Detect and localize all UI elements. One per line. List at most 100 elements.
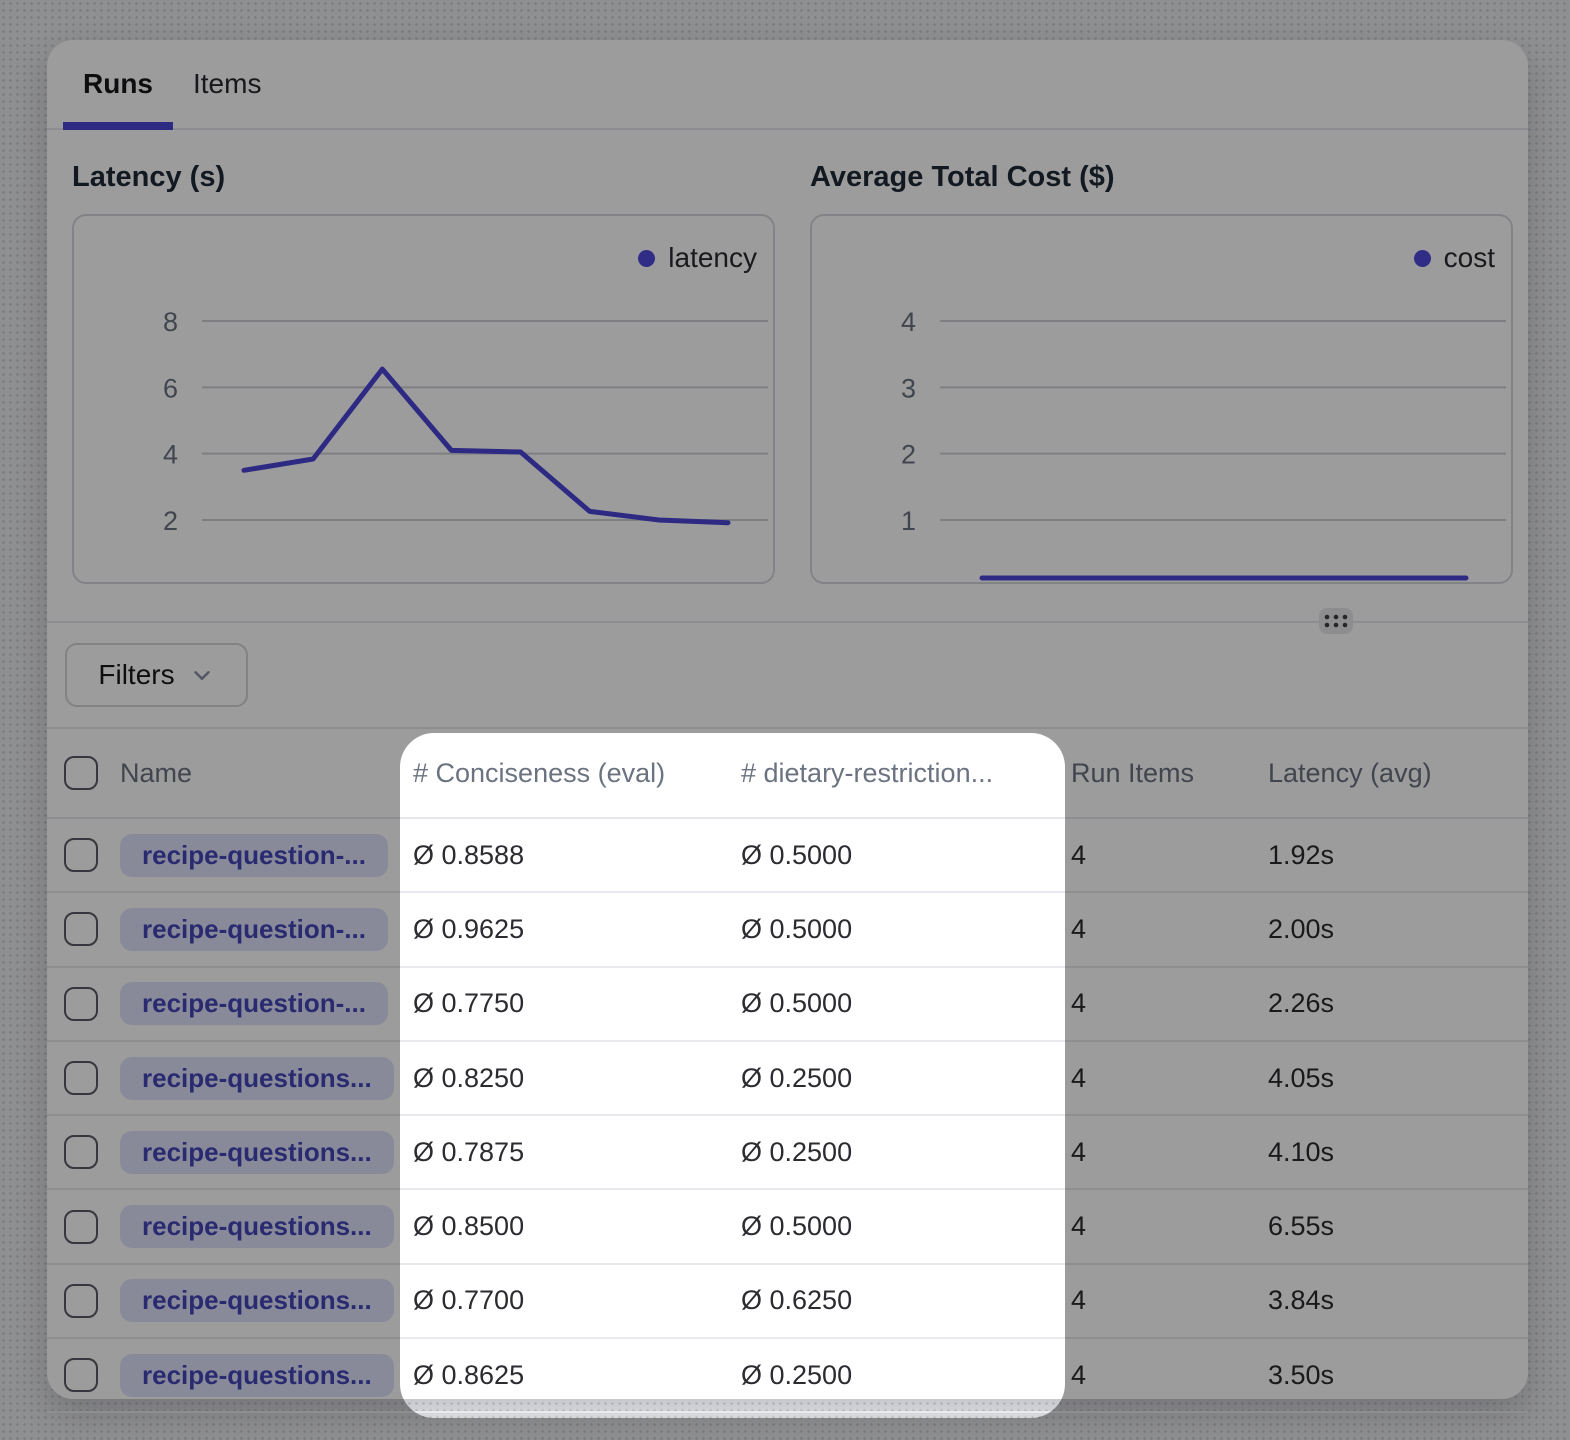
dietary-cell: Ø 0.2500 [737,1063,1062,1094]
select-all-cell [47,756,120,790]
tab-bar: Runs Items [47,40,1528,130]
charts-table-divider [47,621,1528,623]
tab-runs[interactable]: Runs [63,40,173,128]
row-checkbox-cell [47,1210,120,1244]
legend-dot-icon [1414,250,1431,267]
run-name-cell: recipe-question-... [120,834,399,877]
run-name-badge[interactable]: recipe-question-... [120,834,388,877]
conciseness-cell: Ø 0.7875 [399,1137,737,1168]
run-name-cell: recipe-questions... [120,1131,399,1174]
dietary-cell: Ø 0.5000 [737,914,1062,945]
column-header-name: Name [120,758,399,789]
row-checkbox-cell [47,987,120,1021]
dietary-cell: Ø 0.5000 [737,1211,1062,1242]
filters-button-label: Filters [98,659,174,691]
filters-button[interactable]: Filters [65,643,248,707]
run-name-badge[interactable]: recipe-questions... [120,1057,394,1100]
row-checkbox[interactable] [64,1284,98,1318]
conciseness-cell: Ø 0.8250 [399,1063,737,1094]
latency-cell: 1.92s [1268,840,1528,871]
charts-section: Latency (s) 2468 latency Average Total C… [47,128,1528,621]
column-header-latency-avg: Latency (avg) [1268,758,1528,789]
run-items-cell: 4 [1062,840,1268,871]
conciseness-cell: Ø 0.8588 [399,840,737,871]
column-header-dietary-restriction: # dietary-restriction... [737,758,1062,789]
conciseness-cell: Ø 0.8625 [399,1360,737,1391]
conciseness-cell: Ø 0.7750 [399,988,737,1019]
dietary-cell: Ø 0.2500 [737,1360,1062,1391]
table-row[interactable]: recipe-question-... Ø 0.7750 Ø 0.5000 4 … [47,968,1528,1042]
dietary-cell: Ø 0.2500 [737,1137,1062,1168]
row-checkbox[interactable] [64,1135,98,1169]
resize-drag-handle[interactable] [1319,608,1353,634]
dietary-cell: Ø 0.5000 [737,988,1062,1019]
latency-cell: 4.10s [1268,1137,1528,1168]
run-items-cell: 4 [1062,1285,1268,1316]
run-name-badge[interactable]: recipe-questions... [120,1354,394,1397]
legend-label: latency [668,242,757,274]
svg-text:4: 4 [163,440,178,470]
table-row[interactable]: recipe-questions... Ø 0.8250 Ø 0.2500 4 … [47,1042,1528,1116]
run-name-badge[interactable]: recipe-question-... [120,982,388,1025]
run-items-cell: 4 [1062,1360,1268,1391]
row-checkbox[interactable] [64,1061,98,1095]
row-checkbox[interactable] [64,912,98,946]
legend-dot-icon [638,250,655,267]
table-row[interactable]: recipe-questions... Ø 0.7875 Ø 0.2500 4 … [47,1116,1528,1190]
table-row[interactable]: recipe-questions... Ø 0.8625 Ø 0.2500 4 … [47,1339,1528,1413]
tab-runs-label: Runs [83,68,153,100]
run-name-cell: recipe-question-... [120,982,399,1025]
latency-chart-legend: latency [638,242,757,274]
table-header-row: Name # Conciseness (eval) # dietary-rest… [47,729,1528,819]
cost-chart-legend: cost [1414,242,1495,274]
latency-cell: 6.55s [1268,1211,1528,1242]
latency-cell: 2.00s [1268,914,1528,945]
svg-text:2: 2 [901,440,916,470]
row-checkbox-cell [47,912,120,946]
dietary-cell: Ø 0.6250 [737,1285,1062,1316]
run-name-badge[interactable]: recipe-questions... [120,1131,394,1174]
cost-chart-panel: 1234 cost [810,214,1513,584]
tab-items-label: Items [193,68,261,100]
run-items-cell: 4 [1062,1137,1268,1168]
latency-cell: 3.50s [1268,1360,1528,1391]
run-name-cell: recipe-questions... [120,1354,399,1397]
run-name-cell: recipe-questions... [120,1205,399,1248]
grip-dots-icon [1322,611,1350,631]
table-row[interactable]: recipe-questions... Ø 0.7700 Ø 0.6250 4 … [47,1265,1528,1339]
run-name-badge[interactable]: recipe-questions... [120,1279,394,1322]
table-body: recipe-question-... Ø 0.8588 Ø 0.5000 4 … [47,819,1528,1413]
latency-cell: 3.84s [1268,1285,1528,1316]
latency-cell: 4.05s [1268,1063,1528,1094]
table-row[interactable]: recipe-questions... Ø 0.8500 Ø 0.5000 4 … [47,1190,1528,1264]
row-checkbox-cell [47,838,120,872]
latency-chart-title: Latency (s) [72,161,775,195]
column-header-conciseness: # Conciseness (eval) [399,758,737,789]
runs-table: Name # Conciseness (eval) # dietary-rest… [47,727,1528,1413]
svg-text:4: 4 [901,307,916,337]
tab-items[interactable]: Items [173,40,281,128]
row-checkbox[interactable] [64,1358,98,1392]
run-items-cell: 4 [1062,988,1268,1019]
row-checkbox[interactable] [64,838,98,872]
select-all-checkbox[interactable] [64,756,98,790]
svg-text:8: 8 [163,307,178,337]
run-items-cell: 4 [1062,1211,1268,1242]
row-checkbox[interactable] [64,1210,98,1244]
conciseness-cell: Ø 0.7700 [399,1285,737,1316]
run-name-cell: recipe-questions... [120,1279,399,1322]
table-row[interactable]: recipe-question-... Ø 0.9625 Ø 0.5000 4 … [47,893,1528,967]
cost-chart-canvas: 1234 [812,216,1511,582]
table-row[interactable]: recipe-question-... Ø 0.8588 Ø 0.5000 4 … [47,819,1528,893]
row-checkbox-cell [47,1284,120,1318]
runs-card: Runs Items Latency (s) 2468 latency Ave [47,40,1528,1399]
svg-text:6: 6 [163,373,178,403]
row-checkbox-cell [47,1135,120,1169]
run-name-badge[interactable]: recipe-questions... [120,1205,394,1248]
run-items-cell: 4 [1062,914,1268,945]
svg-text:1: 1 [901,506,916,536]
row-checkbox[interactable] [64,987,98,1021]
latency-chart-block: Latency (s) 2468 latency [72,161,775,584]
dietary-cell: Ø 0.5000 [737,840,1062,871]
run-name-badge[interactable]: recipe-question-... [120,908,388,951]
